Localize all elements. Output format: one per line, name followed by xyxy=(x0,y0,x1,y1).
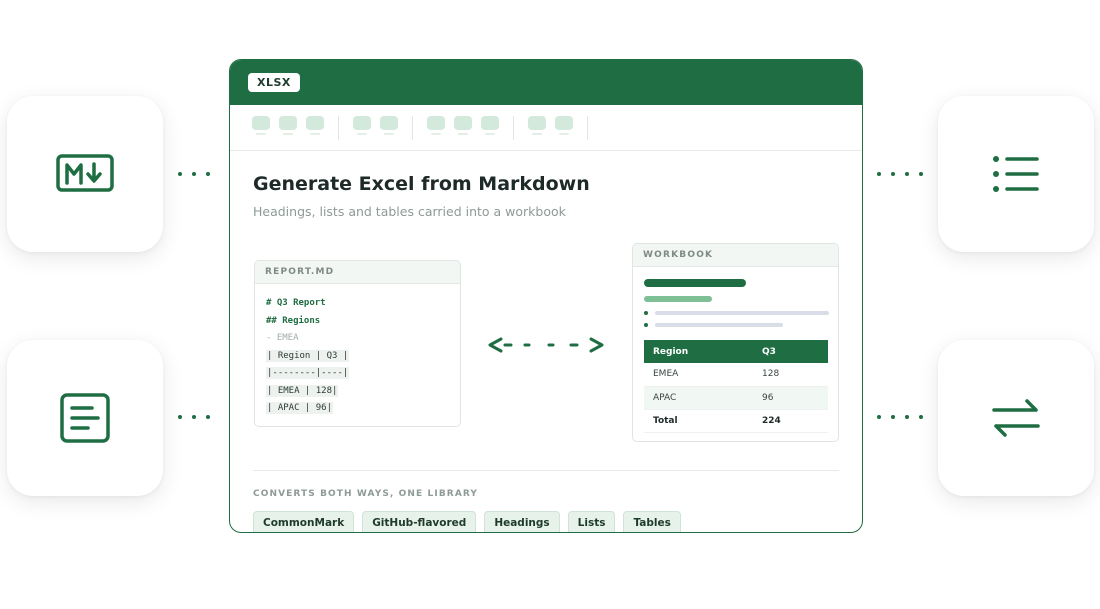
toolbar-group xyxy=(528,115,588,140)
workbook-panel-header: WORKBOOK xyxy=(633,244,838,267)
table-cell: EMEA xyxy=(644,363,753,387)
toolbar-button[interactable] xyxy=(528,115,546,135)
format-badge: XLSX xyxy=(248,73,300,92)
toolbar-group xyxy=(427,115,514,140)
table-row: APAC 96 xyxy=(644,386,828,410)
connector-dots xyxy=(877,172,923,176)
toolbar-button[interactable] xyxy=(252,115,270,135)
table-cell: 128 xyxy=(753,363,828,387)
markdown-code: # Q3 Report ## Regions - EMEA | Region |… xyxy=(255,284,460,418)
bidirectional-arrow-icon xyxy=(488,337,604,353)
toolbar-group xyxy=(353,115,413,140)
table-header: Q3 xyxy=(753,340,828,363)
document-card[interactable] xyxy=(7,340,163,496)
toolbar-button[interactable] xyxy=(555,115,573,135)
chip-headings[interactable]: Headings xyxy=(484,511,560,532)
markdown-panel-header: REPORT.MD xyxy=(255,261,460,284)
page-title: Generate Excel from Markdown xyxy=(253,173,590,195)
code-line: | Region | Q3 | xyxy=(266,349,350,362)
chip-tables[interactable]: Tables xyxy=(623,511,681,532)
chip-github-flavored[interactable]: GitHub-flavored xyxy=(362,511,477,532)
section-label: CONVERTS BOTH WAYS, ONE LIBRARY xyxy=(253,489,479,499)
table-cell: 96 xyxy=(753,386,828,410)
chip-commonmark[interactable]: CommonMark xyxy=(253,511,355,532)
toolbar-button[interactable] xyxy=(279,115,297,135)
connector-dots xyxy=(178,415,210,419)
table-row: EMEA 128 xyxy=(644,363,828,387)
connector-dots xyxy=(178,172,210,176)
markdown-panel: REPORT.MD # Q3 Report ## Regions - EMEA … xyxy=(254,260,461,427)
table-row: Total 224 xyxy=(644,409,828,433)
divider xyxy=(253,470,839,471)
subheading-bar xyxy=(644,296,712,302)
table-cell: 224 xyxy=(753,409,828,433)
chip-lists[interactable]: Lists xyxy=(567,511,616,532)
toolbar-button[interactable] xyxy=(353,115,371,135)
toolbar-group xyxy=(252,115,339,140)
code-line: - EMEA xyxy=(266,333,299,343)
stage: XLSX Generate Excel from Markdown Headin… xyxy=(0,0,1100,609)
toolbar-button[interactable] xyxy=(454,115,472,135)
code-line: |--------|----| xyxy=(266,367,350,379)
toolbar xyxy=(230,105,862,151)
table-header: Region xyxy=(644,340,753,363)
table-cell: Total xyxy=(644,409,753,433)
toolbar-button[interactable] xyxy=(481,115,499,135)
toolbar-button[interactable] xyxy=(427,115,445,135)
code-line: | EMEA | 128| xyxy=(266,384,339,397)
page-subtitle: Headings, lists and tables carried into … xyxy=(253,204,566,219)
table-cell: APAC xyxy=(644,386,753,410)
heading-bar xyxy=(644,279,746,287)
window-header: XLSX xyxy=(230,60,862,105)
document-icon xyxy=(60,393,110,443)
code-line: # Q3 Report xyxy=(266,298,326,308)
toolbar-button[interactable] xyxy=(380,115,398,135)
workbook-panel: WORKBOOK Region Q3 EMEA 128 APAC 96 Tota… xyxy=(632,243,839,442)
markdown-icon xyxy=(56,154,114,192)
toolbar-button[interactable] xyxy=(306,115,324,135)
code-line: ## Regions xyxy=(266,315,321,326)
swap-icon xyxy=(992,399,1040,437)
list-line xyxy=(644,310,829,316)
swap-card[interactable] xyxy=(938,340,1094,496)
list-line xyxy=(644,322,829,328)
code-line: | APAC | 96| xyxy=(266,402,334,414)
list-card[interactable] xyxy=(938,96,1094,252)
list-icon xyxy=(993,156,1039,192)
app-window: XLSX Generate Excel from Markdown Headin… xyxy=(229,59,863,533)
workbook-table: Region Q3 EMEA 128 APAC 96 Total 224 xyxy=(644,340,828,433)
feature-chips: CommonMark GitHub-flavored Headings List… xyxy=(253,511,681,532)
markdown-card[interactable] xyxy=(7,96,163,252)
connector-dots xyxy=(877,415,923,419)
